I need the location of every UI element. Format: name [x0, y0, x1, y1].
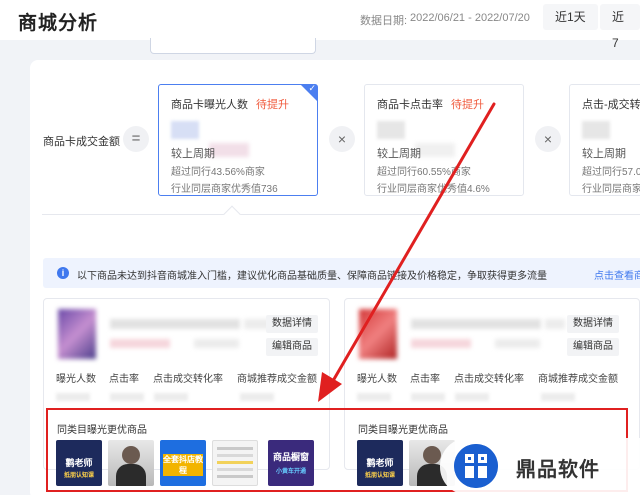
annotation-arrow [318, 102, 496, 402]
arrow-shaft [328, 102, 496, 388]
arrow-head [318, 372, 342, 402]
page: 商城分析 数据日期: 2022/06/21 - 2022/07/20 近1天 近… [0, 0, 640, 495]
brand-logo-icon [454, 444, 498, 488]
watermark: 鼎品软件 [440, 438, 640, 495]
watermark-text: 鼎品软件 [516, 459, 600, 481]
